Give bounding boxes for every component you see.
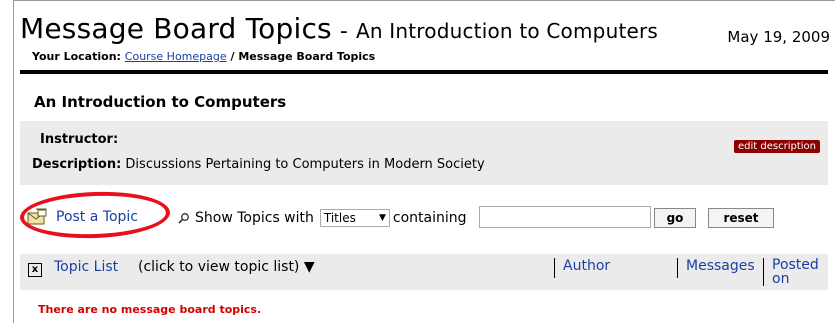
title-separator: - (339, 19, 348, 44)
magnifier-icon (178, 213, 189, 224)
search-input[interactable] (479, 206, 651, 228)
column-messages[interactable]: Messages (677, 258, 755, 278)
description-text: Discussions Pertaining to Computers in M… (125, 157, 485, 172)
column-author[interactable]: Author (554, 258, 610, 278)
page-title: Message Board Topics - An Introduction to … (20, 12, 658, 45)
post-topic-label[interactable]: Post a Topic (56, 209, 138, 225)
instructor-label: Instructor: (40, 132, 119, 147)
description-label: Description: (32, 157, 122, 172)
breadcrumb: Your Location: Course Homepage / Message… (32, 50, 375, 63)
post-topic-button[interactable]: Post a Topic (26, 208, 138, 226)
edit-description-button[interactable]: edit description (734, 140, 820, 153)
empty-topics-message: There are no message board topics. (38, 303, 262, 316)
show-topics-label: Show Topics with (195, 210, 314, 226)
header-rule (20, 70, 828, 74)
page-header: Message Board Topics - An Introduction to … (20, 6, 830, 66)
column-posted-on[interactable]: Posted on (763, 258, 819, 286)
topic-list-hint[interactable]: (click to view topic list) ▼ (138, 259, 315, 275)
course-name: An Introduction to Computers (34, 93, 287, 111)
filter-select[interactable]: Titles ▼ (319, 209, 390, 227)
containing-label: containing (392, 210, 467, 226)
topic-list-header: x Topic List (click to view topic list) … (20, 254, 828, 290)
date-label: May 19, 2009 (727, 28, 830, 46)
chevron-down-icon: ▼ (378, 213, 386, 223)
filter-selected-value: Titles (323, 211, 356, 225)
posted-line-2: on (772, 271, 790, 287)
topic-toolbar: Post a Topic Show Topics with Titles ▼ c… (19, 189, 828, 241)
location-label: Your Location: (32, 50, 121, 63)
breadcrumb-current: / Message Board Topics (230, 50, 376, 63)
course-info-box: Instructor: Description: Discussions Per… (20, 121, 828, 185)
topic-list-link[interactable]: Topic List (54, 259, 118, 275)
collapse-toggle-icon[interactable]: x (28, 263, 42, 277)
course-description: Description: Discussions Pertaining to C… (32, 157, 485, 172)
go-button[interactable]: go (654, 208, 696, 228)
post-topic-icon (27, 208, 47, 225)
breadcrumb-course-homepage[interactable]: Course Homepage (125, 50, 227, 63)
title-text: Message Board Topics (20, 12, 332, 45)
reset-button[interactable]: reset (708, 208, 774, 228)
title-course: An Introduction to Computers (355, 19, 659, 43)
topic-filter: Show Topics with Titles ▼ containing (178, 209, 467, 227)
